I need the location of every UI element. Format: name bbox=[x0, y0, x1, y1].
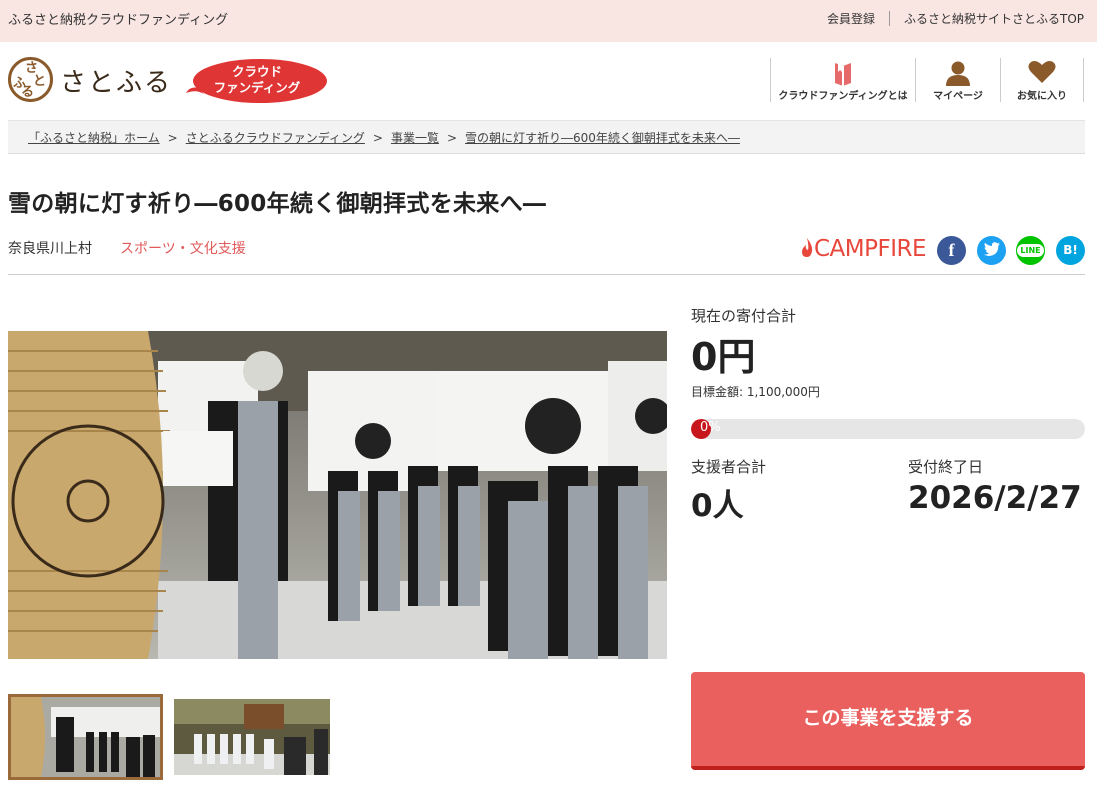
satofull-logo-mark[interactable]: さ と ふ る bbox=[8, 57, 53, 102]
heart-icon bbox=[1028, 61, 1056, 83]
breadcrumb: 「ふるさと納税」ホーム > さとふるクラウドファンディング > 事業一覧 > 雪の朝に灯す祈… bbox=[8, 120, 1085, 154]
thumbnail-1[interactable] bbox=[8, 694, 163, 780]
satofull-top-link[interactable]: ふるさと納税サイトさとふるTOP bbox=[904, 10, 1084, 27]
twitter-share-button[interactable] bbox=[977, 236, 1006, 265]
header-nav: クラウドファンディングとは マイページ お気に入り bbox=[770, 58, 1084, 102]
badge-line2: ファンディング bbox=[213, 80, 301, 95]
support-project-button[interactable]: この事業を支援する bbox=[691, 672, 1085, 770]
hatena-icon: B! bbox=[1063, 243, 1078, 257]
member-register-link[interactable]: 会員登録 bbox=[827, 10, 875, 27]
hatena-bookmark-button[interactable]: B! bbox=[1056, 236, 1085, 265]
prefecture-label: 奈良県川上村 bbox=[8, 241, 92, 257]
nav-about-crowdfunding[interactable]: クラウドファンディングとは bbox=[770, 58, 915, 102]
ceremony-photo bbox=[8, 331, 667, 659]
main-project-photo bbox=[8, 331, 667, 659]
breadcrumb-separator: > bbox=[167, 131, 178, 145]
nav-label: お気に入り bbox=[1017, 91, 1067, 102]
total-donation-label: 現在の寄付合計 bbox=[691, 307, 797, 325]
top-bar: ふるさと納税クラウドファンディング 会員登録 ふるさと納税サイトさとふるTOP bbox=[0, 0, 1097, 42]
nav-label: マイページ bbox=[933, 91, 983, 102]
thumbnail-2[interactable] bbox=[174, 699, 330, 775]
progress-bar: 0% bbox=[691, 419, 1085, 439]
supporters-value: 0人 bbox=[691, 488, 744, 524]
logo-char: と bbox=[33, 74, 47, 89]
breadcrumb-projects[interactable]: 事業一覧 bbox=[391, 131, 439, 145]
nav-favorites[interactable]: お気に入り bbox=[1000, 58, 1084, 102]
thumbnail-photo bbox=[11, 697, 160, 777]
top-links: 会員登録 ふるさと納税サイトさとふるTOP bbox=[827, 10, 1084, 27]
badge-line1: クラウド bbox=[231, 64, 282, 79]
deadline-label: 受付終了日 bbox=[908, 458, 984, 476]
thumbnail-photo bbox=[174, 699, 330, 775]
goal-amount: 目標金額: 1,100,000円 bbox=[691, 385, 820, 399]
divider bbox=[888, 11, 890, 26]
breadcrumb-current[interactable]: 雪の朝に灯す祈り―600年続く御朝拝式を未来へ― bbox=[465, 131, 740, 145]
campfire-logo[interactable]: CAMPFIRE bbox=[800, 236, 927, 262]
flame-icon bbox=[802, 238, 813, 257]
progress-percent: 0% bbox=[700, 420, 721, 435]
brand-name[interactable]: さとふる bbox=[60, 62, 172, 99]
nav-mypage[interactable]: マイページ bbox=[915, 58, 1000, 102]
campfire-text: CAMPFIRE bbox=[814, 236, 927, 262]
crowdfunding-badge[interactable]: クラウド ファンディング bbox=[186, 58, 328, 104]
category-link[interactable]: スポーツ・文化支援 bbox=[120, 238, 246, 258]
line-icon: LINE bbox=[1017, 244, 1044, 257]
book-icon bbox=[835, 63, 851, 86]
facebook-share-button[interactable]: f bbox=[937, 236, 966, 265]
user-icon bbox=[946, 61, 970, 86]
breadcrumb-home[interactable]: 「ふるさと納税」ホーム bbox=[28, 131, 160, 145]
deadline-value: 2026/2/27 bbox=[908, 480, 1082, 516]
logo-char: る bbox=[21, 85, 35, 100]
breadcrumb-separator: > bbox=[372, 131, 383, 145]
breadcrumb-separator: > bbox=[446, 131, 458, 145]
nav-label: クラウドファンディングとは bbox=[778, 91, 908, 102]
supporters-label: 支援者合計 bbox=[691, 458, 767, 476]
twitter-icon bbox=[983, 242, 1000, 258]
divider bbox=[8, 274, 1085, 275]
page-title: 雪の朝に灯す祈り―600年続く御朝拝式を未来へ― bbox=[8, 191, 547, 217]
facebook-icon: f bbox=[948, 240, 955, 260]
total-donation-value: 0円 bbox=[691, 335, 756, 379]
line-share-button[interactable]: LINE bbox=[1016, 236, 1045, 265]
site-name: ふるさと納税クラウドファンディング bbox=[8, 13, 229, 28]
breadcrumb-crowdfunding[interactable]: さとふるクラウドファンディング bbox=[186, 131, 365, 145]
